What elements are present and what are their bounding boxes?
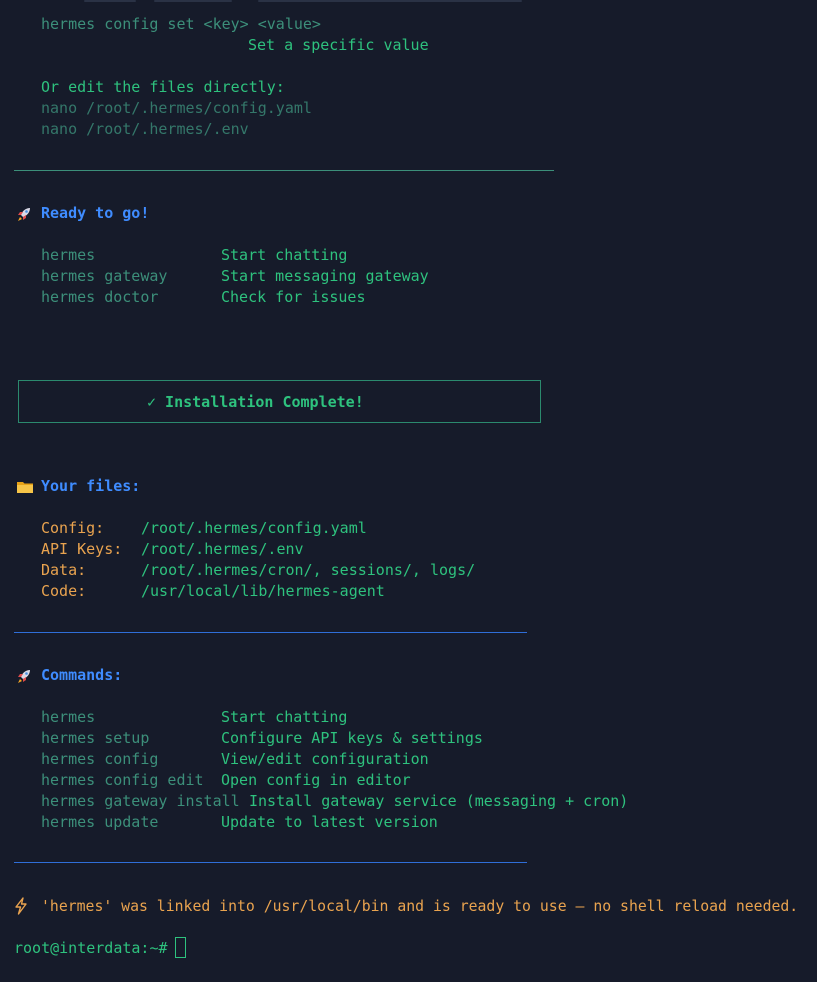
edit-file-env: nano /root/.hermes/.env (41, 120, 249, 138)
top-scroll-remnant (84, 0, 136, 2)
linked-notice-text: 'hermes' was linked into /usr/local/bin … (41, 898, 799, 915)
ready-cmd: hermes (41, 246, 96, 264)
command-desc: Configure API keys & settings (221, 729, 483, 747)
file-label: Code: (41, 582, 87, 600)
command-desc: Open config in editor (221, 771, 411, 789)
ready-desc: Start chatting (221, 246, 348, 264)
command-name: hermes gateway install (41, 792, 240, 810)
command-desc: Start chatting (221, 708, 348, 726)
rocket-icon (18, 208, 30, 221)
divider (14, 862, 527, 863)
file-label: Data: (41, 561, 87, 579)
ready-cmd: hermes gateway (41, 267, 168, 285)
config-set-description: Set a specific value (248, 36, 429, 54)
rocket-icon (18, 670, 30, 683)
ready-desc: Check for issues (221, 288, 366, 306)
ready-desc: Start messaging gateway (221, 267, 429, 285)
terminal-window[interactable]: hermes config set <key> <value> Set a sp… (0, 0, 817, 982)
top-scroll-remnant (258, 0, 522, 2)
divider (14, 632, 527, 633)
ready-cmd: hermes doctor (41, 288, 159, 306)
command-name: hermes setup (41, 729, 150, 747)
top-scroll-remnant (154, 0, 232, 2)
config-set-command: hermes config set <key> <value> (41, 15, 321, 33)
file-label: API Keys: (41, 540, 123, 558)
command-name: hermes config (41, 750, 159, 768)
files-heading: Your files: (41, 477, 141, 495)
command-name: hermes config edit (41, 771, 204, 789)
folder-icon (17, 482, 33, 493)
command-desc: Install gateway service (messaging + cro… (249, 792, 629, 810)
command-name: hermes (41, 708, 96, 726)
file-path: /root/.hermes/config.yaml (141, 519, 367, 537)
commands-heading: Commands: (41, 666, 123, 684)
shell-prompt: root@interdata:~# (14, 939, 168, 957)
command-desc: Update to latest version (221, 813, 438, 831)
command-desc: View/edit configuration (221, 750, 429, 768)
install-complete-text: ✓ Installation Complete! (147, 393, 364, 411)
file-path: /root/.hermes/.env (141, 540, 304, 558)
edit-directly-heading: Or edit the files directly: (41, 78, 285, 96)
text-cursor[interactable] (175, 937, 186, 958)
file-path: /root/.hermes/cron/, sessions/, logs/ (141, 561, 476, 579)
divider (14, 170, 554, 171)
edit-file-config: nano /root/.hermes/config.yaml (41, 99, 312, 117)
ready-heading: Ready to go! (41, 204, 150, 222)
file-label: Config: (41, 519, 105, 537)
lightning-icon (15, 897, 27, 915)
file-path: /usr/local/lib/hermes-agent (141, 582, 385, 600)
command-name: hermes update (41, 813, 159, 831)
